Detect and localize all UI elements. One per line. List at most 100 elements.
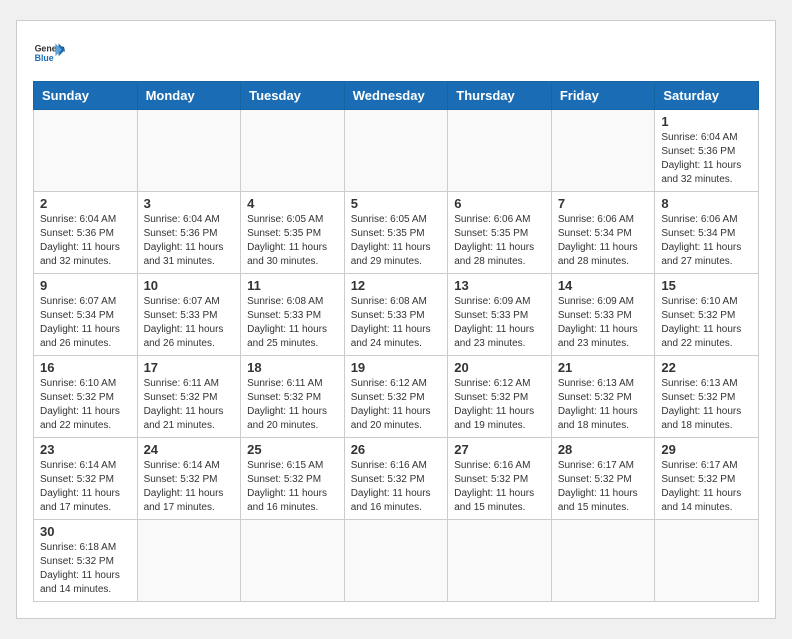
table-cell — [551, 520, 655, 602]
day-info: Sunrise: 6:05 AM Sunset: 5:35 PM Dayligh… — [247, 213, 338, 269]
table-cell — [137, 110, 241, 192]
day-info: Sunrise: 6:12 AM Sunset: 5:32 PM Dayligh… — [351, 377, 442, 433]
day-info: Sunrise: 6:11 AM Sunset: 5:32 PM Dayligh… — [247, 377, 338, 433]
day-info: Sunrise: 6:12 AM Sunset: 5:32 PM Dayligh… — [454, 377, 545, 433]
day-number: 10 — [144, 278, 235, 293]
table-cell: 23 Sunrise: 6:14 AM Sunset: 5:32 PM Dayli… — [34, 438, 138, 520]
calendar-row: 16Sunrise: 6:10 AM Sunset: 5:32 PM Dayli… — [34, 356, 759, 438]
day-info: Sunrise: 6:08 AM Sunset: 5:33 PM Dayligh… — [351, 295, 442, 351]
day-number: 12 — [351, 278, 442, 293]
table-cell: 13 Sunrise: 6:09 AM Sunset: 5:33 PM Dayli… — [448, 274, 552, 356]
calendar-row: 23 Sunrise: 6:14 AM Sunset: 5:32 PM Dayli… — [34, 438, 759, 520]
day-number: 11 — [247, 278, 338, 293]
day-info: Sunrise: 6:16 AM Sunset: 5:32 PM Dayligh… — [454, 459, 545, 515]
table-cell — [241, 110, 345, 192]
day-info: Sunrise: 6:04 AM Sunset: 5:36 PM Dayligh… — [40, 213, 131, 269]
day-info: Sunrise: 6:07 AM Sunset: 5:34 PM Dayligh… — [40, 295, 131, 351]
weekday-header-row: Sunday Monday Tuesday Wednesday Thursday… — [34, 82, 759, 110]
table-cell: 3 Sunrise: 6:04 AM Sunset: 5:36 PM Daylig… — [137, 192, 241, 274]
day-info: Sunrise: 6:13 AM Sunset: 5:32 PM Dayligh… — [558, 377, 649, 433]
table-cell: 18 Sunrise: 6:11 AM Sunset: 5:32 PM Dayli… — [241, 356, 345, 438]
day-number: 26 — [351, 442, 442, 457]
day-number: 17 — [144, 360, 235, 375]
calendar-table: Sunday Monday Tuesday Wednesday Thursday… — [33, 81, 759, 602]
day-number: 16 — [40, 360, 131, 375]
table-cell: 1 Sunrise: 6:04 AM Sunset: 5:36 PM Daylig… — [655, 110, 759, 192]
day-info: Sunrise: 6:17 AM Sunset: 5:32 PM Dayligh… — [661, 459, 752, 515]
day-info: Sunrise: 6:16 AM Sunset: 5:32 PM Dayligh… — [351, 459, 442, 515]
table-cell: 27 Sunrise: 6:16 AM Sunset: 5:32 PM Dayli… — [448, 438, 552, 520]
header-tuesday: Tuesday — [241, 82, 345, 110]
table-cell: 12 Sunrise: 6:08 AM Sunset: 5:33 PM Dayli… — [344, 274, 448, 356]
table-cell: 10 Sunrise: 6:07 AM Sunset: 5:33 PM Dayli… — [137, 274, 241, 356]
table-cell — [448, 110, 552, 192]
table-cell: 22Sunrise: 6:13 AM Sunset: 5:32 PM Dayli… — [655, 356, 759, 438]
table-cell — [34, 110, 138, 192]
day-number: 9 — [40, 278, 131, 293]
day-info: Sunrise: 6:09 AM Sunset: 5:33 PM Dayligh… — [558, 295, 649, 351]
svg-text:Blue: Blue — [35, 53, 54, 63]
table-cell: 25 Sunrise: 6:15 AM Sunset: 5:32 PM Dayli… — [241, 438, 345, 520]
day-number: 4 — [247, 196, 338, 211]
day-number: 1 — [661, 114, 752, 129]
header-friday: Friday — [551, 82, 655, 110]
day-info: Sunrise: 6:06 AM Sunset: 5:34 PM Dayligh… — [558, 213, 649, 269]
table-cell — [655, 520, 759, 602]
table-cell: 7Sunrise: 6:06 AM Sunset: 5:34 PM Daylig… — [551, 192, 655, 274]
day-info: Sunrise: 6:11 AM Sunset: 5:32 PM Dayligh… — [144, 377, 235, 433]
logo-icon: General Blue — [33, 37, 65, 69]
header-wednesday: Wednesday — [344, 82, 448, 110]
table-cell — [551, 110, 655, 192]
table-cell: 11 Sunrise: 6:08 AM Sunset: 5:33 PM Dayli… — [241, 274, 345, 356]
day-info: Sunrise: 6:09 AM Sunset: 5:33 PM Dayligh… — [454, 295, 545, 351]
header-thursday: Thursday — [448, 82, 552, 110]
table-cell — [344, 110, 448, 192]
day-number: 20 — [454, 360, 545, 375]
table-cell: 20 Sunrise: 6:12 AM Sunset: 5:32 PM Dayli… — [448, 356, 552, 438]
table-cell — [448, 520, 552, 602]
table-cell — [241, 520, 345, 602]
day-number: 14 — [558, 278, 649, 293]
day-info: Sunrise: 6:13 AM Sunset: 5:32 PM Dayligh… — [661, 377, 752, 433]
table-cell: 19 Sunrise: 6:12 AM Sunset: 5:32 PM Dayli… — [344, 356, 448, 438]
day-number: 21 — [558, 360, 649, 375]
day-info: Sunrise: 6:14 AM Sunset: 5:32 PM Dayligh… — [144, 459, 235, 515]
table-cell — [344, 520, 448, 602]
day-number: 3 — [144, 196, 235, 211]
day-number: 29 — [661, 442, 752, 457]
day-info: Sunrise: 6:04 AM Sunset: 5:36 PM Dayligh… — [144, 213, 235, 269]
header-sunday: Sunday — [34, 82, 138, 110]
day-number: 30 — [40, 524, 131, 539]
day-number: 6 — [454, 196, 545, 211]
day-info: Sunrise: 6:07 AM Sunset: 5:33 PM Dayligh… — [144, 295, 235, 351]
day-number: 8 — [661, 196, 752, 211]
table-cell: 8 Sunrise: 6:06 AM Sunset: 5:34 PM Daylig… — [655, 192, 759, 274]
day-info: Sunrise: 6:04 AM Sunset: 5:36 PM Dayligh… — [661, 131, 752, 187]
day-number: 15 — [661, 278, 752, 293]
day-info: Sunrise: 6:15 AM Sunset: 5:32 PM Dayligh… — [247, 459, 338, 515]
table-cell: 2 Sunrise: 6:04 AM Sunset: 5:36 PM Daylig… — [34, 192, 138, 274]
day-number: 2 — [40, 196, 131, 211]
table-cell: 24 Sunrise: 6:14 AM Sunset: 5:32 PM Dayli… — [137, 438, 241, 520]
header-monday: Monday — [137, 82, 241, 110]
day-number: 23 — [40, 442, 131, 457]
calendar-header: General Blue — [33, 37, 759, 69]
table-cell: 9 Sunrise: 6:07 AM Sunset: 5:34 PM Daylig… — [34, 274, 138, 356]
calendar-row: 9 Sunrise: 6:07 AM Sunset: 5:34 PM Daylig… — [34, 274, 759, 356]
day-info: Sunrise: 6:06 AM Sunset: 5:34 PM Dayligh… — [661, 213, 752, 269]
calendar-row: 1 Sunrise: 6:04 AM Sunset: 5:36 PM Daylig… — [34, 110, 759, 192]
day-number: 19 — [351, 360, 442, 375]
table-cell: 16Sunrise: 6:10 AM Sunset: 5:32 PM Dayli… — [34, 356, 138, 438]
day-number: 27 — [454, 442, 545, 457]
day-info: Sunrise: 6:06 AM Sunset: 5:35 PM Dayligh… — [454, 213, 545, 269]
day-number: 13 — [454, 278, 545, 293]
table-cell: 15Sunrise: 6:10 AM Sunset: 5:32 PM Dayli… — [655, 274, 759, 356]
day-info: Sunrise: 6:14 AM Sunset: 5:32 PM Dayligh… — [40, 459, 131, 515]
day-info: Sunrise: 6:08 AM Sunset: 5:33 PM Dayligh… — [247, 295, 338, 351]
table-cell — [137, 520, 241, 602]
day-number: 25 — [247, 442, 338, 457]
table-cell: 30Sunrise: 6:18 AM Sunset: 5:32 PM Dayli… — [34, 520, 138, 602]
day-number: 18 — [247, 360, 338, 375]
day-number: 24 — [144, 442, 235, 457]
calendar-container: General Blue Sunday Monday Tuesday Wedne… — [16, 20, 776, 619]
